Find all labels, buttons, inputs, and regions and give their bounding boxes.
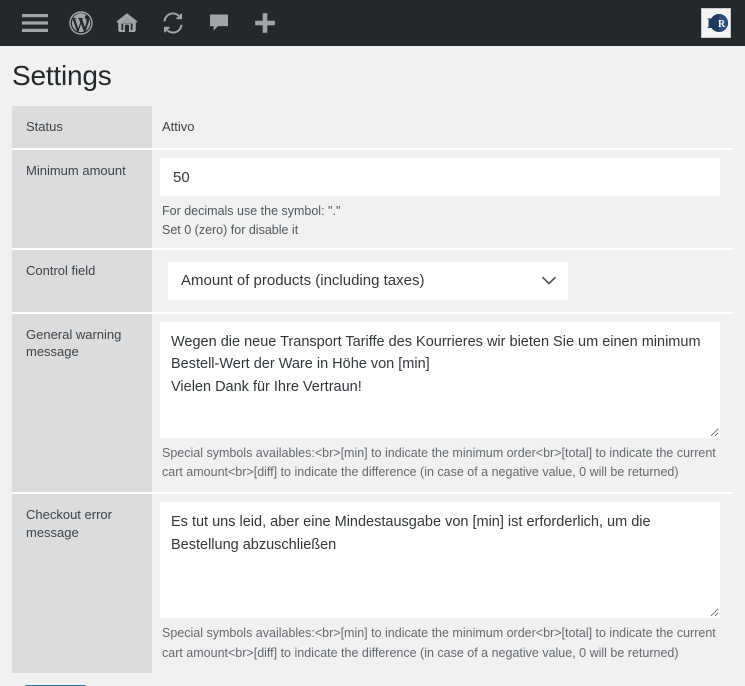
updates-icon[interactable] [150, 0, 196, 46]
settings-page: Settings Status Attivo Minimum amount Fo… [0, 60, 745, 686]
checkout-error-message-textarea[interactable]: Es tut uns leid, aber eine Mindestausgab… [160, 502, 720, 619]
table-row-checkout-error-message: Checkout error message Es tut uns leid, … [12, 493, 733, 674]
new-content-icon[interactable] [242, 0, 288, 46]
table-row-status: Status Attivo [12, 106, 733, 151]
checkout-error-message-help: Special symbols availables:<br>[min] to … [162, 626, 716, 660]
cell-status: Attivo [152, 106, 733, 151]
control-field-select-wrap: Amount of products (including taxes) [168, 261, 568, 300]
minimum-amount-help-line-2: Set 0 (zero) for disable it [162, 222, 299, 237]
label-checkout-error-message: Checkout error message [12, 493, 152, 674]
table-row-general-warning-message: General warning message Wegen die neue T… [12, 312, 733, 495]
svg-text:D: D [707, 16, 718, 32]
label-control-field: Control field [12, 248, 152, 314]
comments-icon[interactable] [196, 0, 242, 46]
page-title: Settings [12, 60, 112, 91]
label-minimum-amount: Minimum amount [12, 149, 152, 250]
minimum-amount-help-line-1: For decimals use the symbol: "." [162, 204, 341, 219]
minimum-amount-input[interactable] [160, 158, 720, 197]
general-warning-message-help: Special symbols availables:<br>[min] to … [162, 445, 716, 480]
general-warning-message-textarea[interactable]: Wegen die neue Transport Tariffe des Kou… [160, 321, 720, 438]
cell-control-field: Amount of products (including taxes) [152, 248, 733, 314]
menu-icon[interactable] [12, 0, 58, 46]
home-icon[interactable] [104, 0, 150, 46]
site-logo-badge[interactable]: D R [701, 8, 731, 38]
save-row: Save [12, 673, 733, 686]
svg-text:R: R [718, 19, 726, 30]
wordpress-logo-icon[interactable] [58, 0, 104, 46]
cell-minimum-amount: For decimals use the symbol: "." Set 0 (… [152, 149, 733, 250]
wp-admin-bar: D R [0, 0, 745, 46]
control-field-select[interactable]: Amount of products (including taxes) [168, 261, 568, 300]
settings-form-table: Status Attivo Minimum amount For decimal… [12, 106, 733, 674]
cell-checkout-error-message: Es tut uns leid, aber eine Mindestausgab… [152, 493, 733, 673]
cell-general-warning-message: Wegen die neue Transport Tariffe des Kou… [152, 312, 733, 495]
label-general-warning-message: General warning message [12, 312, 152, 495]
status-value: Attivo [162, 119, 195, 134]
label-status: Status [12, 106, 152, 151]
table-row-minimum-amount: Minimum amount For decimals use the symb… [12, 149, 733, 250]
table-row-control-field: Control field Amount of products (includ… [12, 248, 733, 314]
